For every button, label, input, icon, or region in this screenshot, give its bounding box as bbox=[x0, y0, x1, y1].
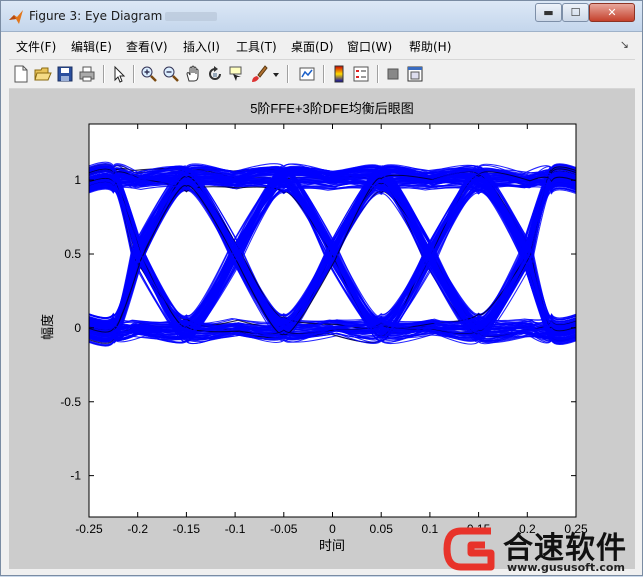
hide-plot-tools-icon[interactable] bbox=[383, 64, 403, 84]
colorbar-icon[interactable] bbox=[329, 64, 349, 84]
toolbar-separator bbox=[377, 65, 379, 83]
open-file-icon[interactable] bbox=[33, 64, 53, 84]
watermark-logo-icon bbox=[443, 527, 495, 571]
rotate-3d-icon[interactable] bbox=[205, 64, 225, 84]
legend-icon[interactable] bbox=[351, 64, 371, 84]
x-tick-label: -0.15 bbox=[173, 522, 201, 536]
pan-hand-icon[interactable] bbox=[183, 64, 203, 84]
zoom-in-icon[interactable] bbox=[139, 64, 159, 84]
x-tick-label: 0 bbox=[329, 522, 336, 536]
toolbar-separator bbox=[103, 65, 105, 83]
site-watermark: 合速软件 www.gususoft.com bbox=[441, 521, 643, 577]
y-tick-label: 0.5 bbox=[64, 247, 81, 261]
figure-toolbar bbox=[9, 59, 635, 89]
x-tick-label: -0.25 bbox=[75, 522, 103, 536]
y-tick-label: -1 bbox=[70, 469, 81, 483]
close-button[interactable]: ✕ bbox=[589, 3, 635, 22]
x-tick-label: -0.05 bbox=[270, 522, 298, 536]
dock-arrow-icon[interactable]: ↘ bbox=[620, 38, 629, 51]
x-axis-label: 时间 bbox=[319, 538, 345, 553]
x-tick-label: 0.05 bbox=[370, 522, 394, 536]
print-icon[interactable] bbox=[77, 64, 97, 84]
figure-window: Figure 3: Eye Diagram ▬ ☐ ✕ 文件(F) 编辑(E) … bbox=[0, 0, 643, 576]
edit-plot-arrow-icon[interactable] bbox=[109, 64, 129, 84]
brush-icon[interactable] bbox=[249, 64, 269, 84]
y-tick-label: 1 bbox=[74, 173, 81, 187]
menu-window[interactable]: 窗口(W) bbox=[347, 38, 392, 55]
title-bar[interactable]: Figure 3: Eye Diagram ▬ ☐ ✕ bbox=[1, 1, 642, 32]
chart-title: 5阶FFE+3阶DFE均衡后眼图 bbox=[250, 101, 414, 116]
menu-help[interactable]: 帮助(H) bbox=[409, 38, 451, 55]
menu-desktop[interactable]: 桌面(D) bbox=[291, 38, 334, 55]
matlab-icon bbox=[8, 9, 24, 25]
toolbar-separator bbox=[133, 65, 135, 83]
x-tick-label: -0.2 bbox=[127, 522, 148, 536]
x-tick-label: -0.1 bbox=[225, 522, 246, 536]
toolbar-separator bbox=[323, 65, 325, 83]
x-tick-label: 0.1 bbox=[422, 522, 439, 536]
watermark-url: www.gususoft.com bbox=[507, 561, 625, 574]
menu-tools[interactable]: 工具(T) bbox=[236, 38, 277, 55]
link-plot-icon[interactable] bbox=[297, 64, 317, 84]
y-axis-label: 幅度 bbox=[40, 314, 55, 340]
eye-diagram-plot[interactable]: -0.25 -0.2 -0.15 -0.1 -0.05 0 0.05 0.1 0.15 0.2 0.… bbox=[9, 89, 635, 569]
y-tick-label: 0 bbox=[74, 321, 81, 335]
y-tick-label: -0.5 bbox=[60, 395, 81, 409]
window-title: Figure 3: Eye Diagram bbox=[29, 9, 163, 23]
title-blur bbox=[165, 12, 217, 21]
menu-bar: 文件(F) 编辑(E) 查看(V) 插入(I) 工具(T) 桌面(D) 窗口(W… bbox=[9, 35, 635, 57]
menu-edit[interactable]: 编辑(E) bbox=[71, 38, 112, 55]
figure-canvas: -0.25 -0.2 -0.15 -0.1 -0.05 0 0.05 0.1 0.15 0.2 0.… bbox=[9, 89, 635, 569]
maximize-button[interactable]: ☐ bbox=[562, 3, 589, 22]
brush-dropdown-icon[interactable] bbox=[271, 64, 281, 84]
data-cursor-icon[interactable] bbox=[227, 64, 247, 84]
zoom-out-icon[interactable] bbox=[161, 64, 181, 84]
toolbar-separator bbox=[287, 65, 289, 83]
menu-view[interactable]: 查看(V) bbox=[126, 38, 168, 55]
show-plot-tools-icon[interactable] bbox=[405, 64, 425, 84]
new-figure-icon[interactable] bbox=[11, 64, 31, 84]
minimize-button[interactable]: ▬ bbox=[535, 3, 562, 22]
menu-insert[interactable]: 插入(I) bbox=[183, 38, 220, 55]
menu-file[interactable]: 文件(F) bbox=[16, 38, 56, 55]
save-icon[interactable] bbox=[55, 64, 75, 84]
